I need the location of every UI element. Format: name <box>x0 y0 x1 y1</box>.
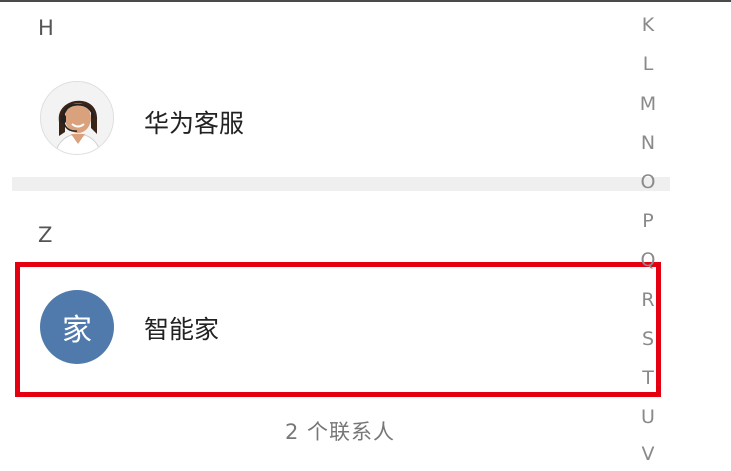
index-letter-q[interactable]: Q <box>632 249 664 271</box>
section-header-h: H <box>38 16 54 40</box>
contact-count: 2 个联系人 <box>284 420 396 444</box>
avatar-photo <box>40 81 114 155</box>
index-letter-l[interactable]: L <box>632 53 664 75</box>
index-letter-s[interactable]: S <box>632 328 664 350</box>
section-divider <box>12 177 670 191</box>
person-headset-icon <box>41 82 113 154</box>
highlight-box <box>15 262 661 397</box>
index-letter-m[interactable]: M <box>632 93 664 115</box>
index-letter-t[interactable]: T <box>632 367 664 389</box>
index-letter-o[interactable]: O <box>632 171 664 193</box>
contact-row-huawei-service[interactable]: 华为客服 <box>0 76 670 160</box>
index-letter-u[interactable]: U <box>632 406 664 428</box>
index-letter-k[interactable]: K <box>632 14 664 36</box>
alphabet-index-bar[interactable]: K L M N O P Q R S T U V <box>632 0 664 471</box>
index-letter-n[interactable]: N <box>632 132 664 154</box>
index-letter-r[interactable]: R <box>632 289 664 311</box>
index-letter-v[interactable]: V <box>632 443 664 465</box>
contact-name: 华为客服 <box>144 109 245 138</box>
top-border <box>0 0 731 2</box>
index-letter-p[interactable]: P <box>632 210 664 232</box>
section-header-z: Z <box>38 223 53 247</box>
